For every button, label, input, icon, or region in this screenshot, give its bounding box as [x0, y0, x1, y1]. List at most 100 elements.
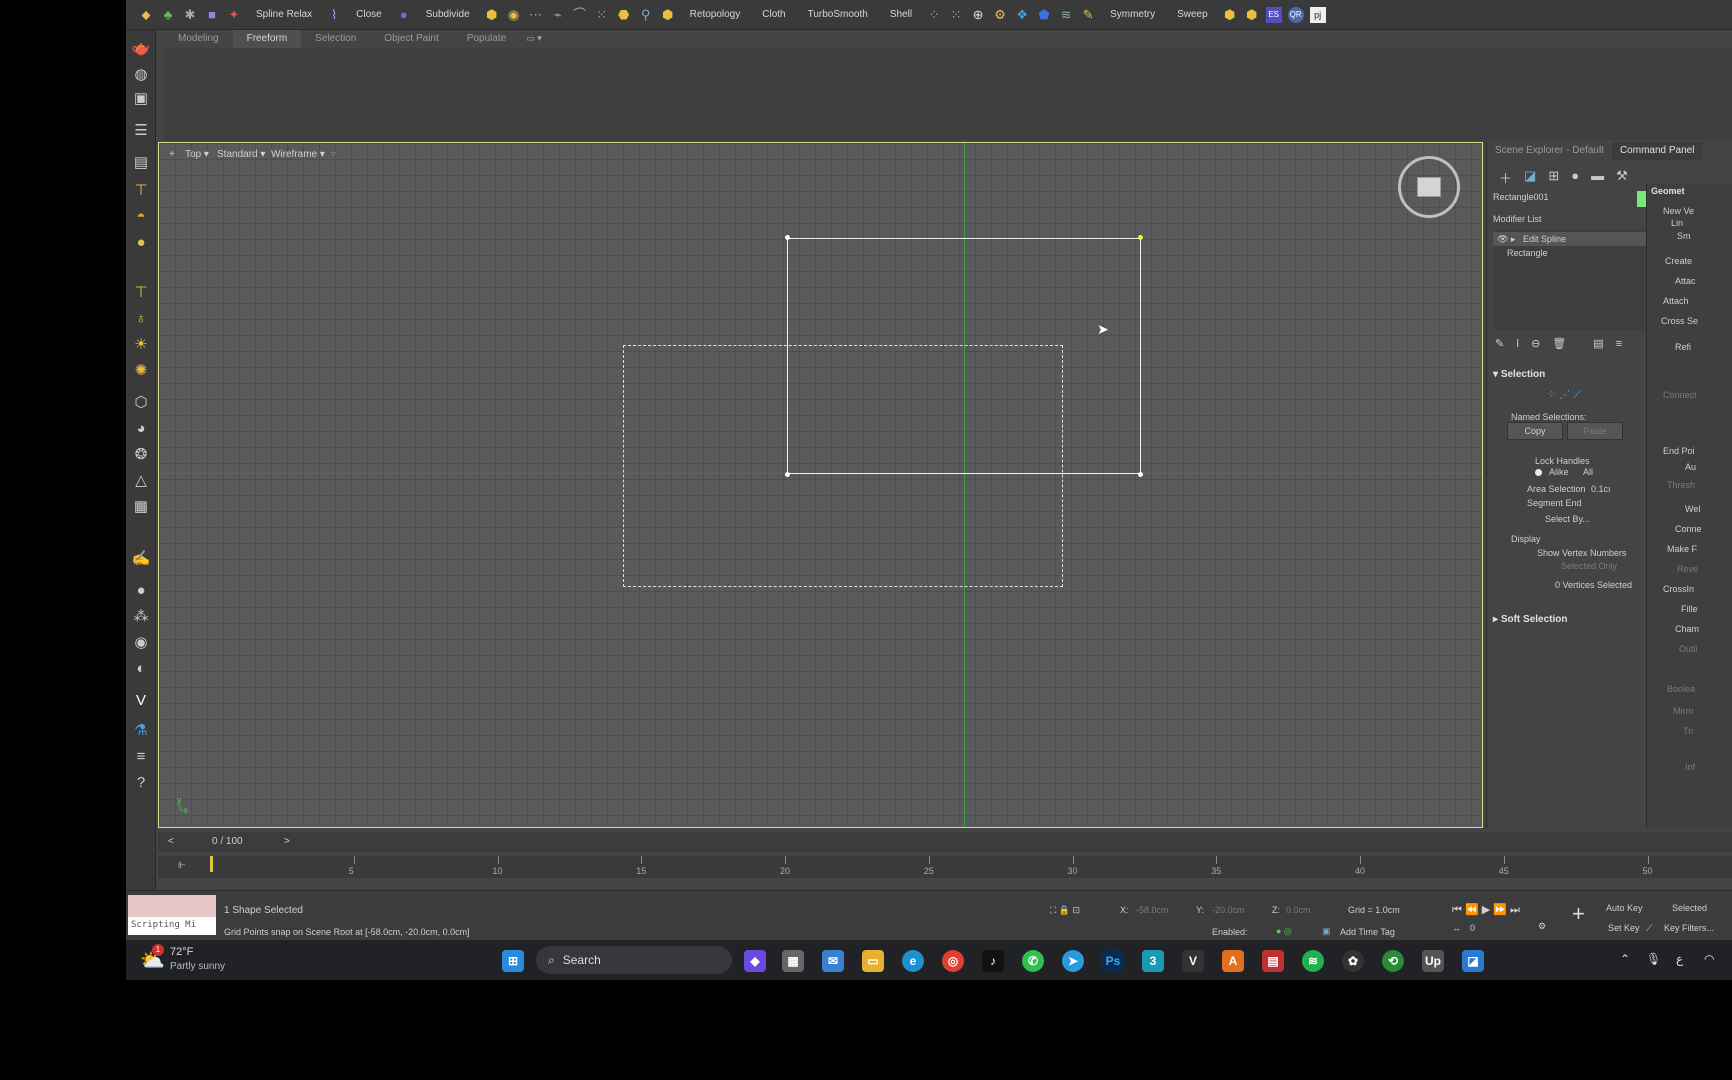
stack-tools-icons[interactable]: ✎ǀ⊖🗑 ▤≡	[1495, 337, 1634, 350]
retopology-button[interactable]: Retopology	[682, 9, 749, 20]
geometry-item[interactable]: Attach	[1663, 296, 1689, 306]
key-filters-button[interactable]: Key Filters...	[1664, 923, 1714, 933]
subdivide-button[interactable]: Subdivide	[418, 9, 478, 20]
top-viewport[interactable]: + Top ▾ Standard ▾ Wireframe ▾ ▿ ➤ y └x	[158, 142, 1483, 828]
daylight-icon[interactable]: ☀	[131, 334, 151, 354]
mod-icon-14[interactable]: ⬟	[1036, 7, 1052, 23]
geometry-item[interactable]: Au	[1685, 462, 1696, 472]
geometry-item[interactable]: Attac	[1675, 276, 1696, 286]
light-icon[interactable]: ⊤	[131, 180, 151, 200]
show-vertex-numbers-checkbox[interactable]: Show Vertex Numbers	[1537, 548, 1627, 558]
cloth-button[interactable]: Cloth	[754, 9, 793, 20]
material-icon[interactable]: ●	[131, 580, 151, 600]
pdf-icon[interactable]: ▤	[1262, 950, 1284, 972]
menu-icon[interactable]: ≡	[131, 746, 151, 766]
tab-freeform[interactable]: Freeform	[232, 30, 302, 48]
alike-radio[interactable]	[1535, 469, 1542, 476]
set-key-button[interactable]: Set Key	[1608, 923, 1640, 933]
mod-icon-11[interactable]: ⁙	[948, 7, 964, 23]
weather-temp[interactable]: 72°F	[170, 946, 193, 958]
geometry-item[interactable]: Make F	[1667, 544, 1697, 554]
selected-only-checkbox[interactable]: Selected Only	[1561, 561, 1617, 571]
geometry-item[interactable]: Tri	[1683, 726, 1693, 736]
geometry-item[interactable]: Mirro	[1673, 706, 1694, 716]
geometry-item[interactable]: Reve	[1677, 564, 1698, 574]
area-selection-checkbox[interactable]: Area Selection	[1527, 484, 1586, 494]
area-selection-spinner[interactable]: 0.1cı	[1591, 484, 1611, 494]
rectangle-shape[interactable]	[787, 238, 1141, 474]
close-button[interactable]: Close	[348, 9, 390, 20]
crosshair-icon[interactable]: ⊕	[970, 7, 986, 23]
display-icon[interactable]: ▬	[1591, 168, 1604, 187]
soft-selection-rollout-header[interactable]: ▸ Soft Selection	[1493, 614, 1568, 625]
plugin-icon-2[interactable]: ⬢	[1244, 7, 1260, 23]
spotify-icon[interactable]: ≋	[1302, 950, 1324, 972]
enabled-dot-icon[interactable]: ● ◎	[1276, 926, 1292, 937]
maxscript-listener-box[interactable]	[128, 895, 216, 917]
mod-icon-12[interactable]: ⚙	[992, 7, 1008, 23]
z-coord-field[interactable]: 0.0cm	[1286, 905, 1311, 915]
help-icon[interactable]: ?	[131, 772, 151, 792]
vertex[interactable]	[1138, 472, 1143, 477]
geometry-item[interactable]: CrossIn	[1663, 584, 1694, 594]
key-mode-icon[interactable]: ⚙	[1538, 921, 1546, 932]
cube-icon[interactable]: ■	[204, 7, 220, 23]
x-coord-field[interactable]: -58.0cm	[1136, 905, 1169, 915]
motion-icon[interactable]: ●	[1571, 168, 1579, 187]
key-selection-dropdown[interactable]: Selected	[1672, 903, 1707, 913]
tab-command-panel[interactable]: Command Panel	[1611, 142, 1703, 160]
geometry-item[interactable]: Lin	[1671, 218, 1683, 228]
time-prev-button[interactable]: <	[168, 836, 174, 847]
upwork-icon[interactable]: Up	[1422, 950, 1444, 972]
acrobat-icon[interactable]: A	[1222, 950, 1244, 972]
viewcube[interactable]	[1398, 156, 1460, 218]
start-icon[interactable]: ⊞	[502, 950, 524, 972]
mod-icon-5[interactable]: ⌒	[572, 7, 588, 23]
viewport-filter-icon[interactable]: ▿	[331, 149, 336, 160]
geometry-item[interactable]: Cross Se	[1661, 316, 1698, 326]
tiktok-icon[interactable]: ♪	[982, 950, 1004, 972]
chatgpt-icon[interactable]: ✿	[1342, 950, 1364, 972]
render-icon[interactable]: ◐	[131, 658, 151, 678]
create-icon[interactable]: ＋	[1499, 168, 1512, 187]
copy-button[interactable]: Copy	[1507, 422, 1563, 440]
tab-object-paint[interactable]: Object Paint	[370, 30, 452, 48]
sub-object-icons[interactable]: ⁘ ⋰ ⟋	[1547, 388, 1581, 402]
spline-tools-icon[interactable]: ✦	[226, 7, 242, 23]
viewport-view-menu[interactable]: Top ▾	[185, 149, 209, 160]
app-icon-v[interactable]: V	[1182, 950, 1204, 972]
copilot-icon[interactable]: ◆	[744, 950, 766, 972]
geometry-item[interactable]: Refi	[1675, 342, 1691, 352]
pj-icon[interactable]: pj	[1309, 6, 1326, 23]
symmetry-button[interactable]: Symmetry	[1102, 9, 1163, 20]
scripting-mini-listener[interactable]: Scripting Mi	[128, 917, 216, 935]
viewcube-top-face[interactable]	[1417, 177, 1441, 197]
set-key-plus-icon[interactable]: +	[1572, 901, 1585, 927]
microphone-icon[interactable]: 🎙	[1646, 952, 1661, 966]
eye-icon[interactable]: 👁 ▸	[1497, 234, 1515, 245]
orbit-icon[interactable]: ◍	[131, 64, 151, 84]
hierarchy-icon[interactable]: ⊞	[1548, 168, 1559, 187]
tab-selection[interactable]: Selection	[301, 30, 370, 48]
tab-populate[interactable]: Populate	[453, 30, 520, 48]
whatsapp-icon[interactable]: ✆	[1022, 950, 1044, 972]
sweep-button[interactable]: Sweep	[1169, 9, 1216, 20]
bulb-icon[interactable]: ♁	[131, 308, 151, 328]
camera-icon[interactable]: ▤	[131, 152, 151, 172]
3dsmax-icon[interactable]: 3	[1142, 950, 1164, 972]
brush-icon[interactable]: ✍	[131, 548, 151, 568]
dome-icon[interactable]: ◓	[131, 206, 151, 226]
geometry-item[interactable]: Fille	[1681, 604, 1698, 614]
qr-icon[interactable]: QR	[1287, 6, 1304, 23]
time-next-button[interactable]: >	[284, 836, 290, 847]
modifier-list-dropdown[interactable]: Modifier List	[1493, 214, 1542, 224]
mod-icon-6[interactable]: ⁙	[594, 7, 610, 23]
time-cursor[interactable]	[210, 856, 213, 872]
y-coord-field[interactable]: -20.0cm	[1212, 905, 1245, 915]
mod-icon-9[interactable]: ⬢	[660, 7, 676, 23]
geometry-item[interactable]: Cham	[1675, 624, 1699, 634]
track-bar[interactable]: ⊩ 51015202530354045505560657075808590	[158, 856, 1732, 878]
lock-handles-checkbox[interactable]: Lock Handles	[1535, 456, 1590, 466]
segment-end-checkbox[interactable]: Segment End	[1527, 498, 1582, 508]
ribbon-options-icon[interactable]: ▭ ▾	[520, 30, 548, 48]
